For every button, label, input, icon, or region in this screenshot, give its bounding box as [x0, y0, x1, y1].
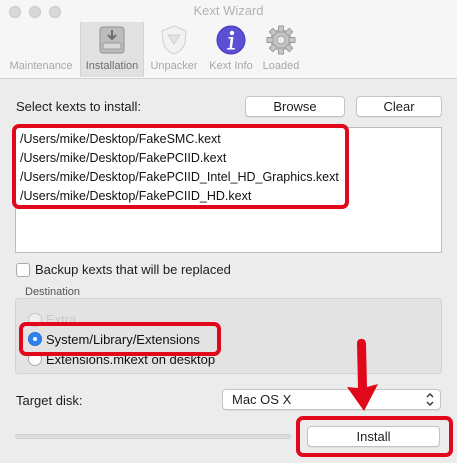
tab-installation-label: Installation — [85, 60, 139, 72]
red-arrow-down-icon — [347, 338, 378, 411]
unpacker-shield-icon — [161, 25, 187, 55]
tab-loaded[interactable]: Loaded — [258, 22, 304, 77]
target-disk-label: Target disk: — [16, 393, 83, 408]
radio-extensions-mkext[interactable] — [28, 352, 42, 366]
tab-unpacker[interactable]: Unpacker — [148, 22, 200, 77]
titlebar: Kext Wizard Maintenance Installation Unp… — [0, 0, 457, 79]
install-progress-bar — [15, 434, 291, 439]
kext-list[interactable]: /Users/mike/Desktop/FakeSMC.kext /Users/… — [15, 127, 442, 253]
installation-drive-icon — [99, 26, 125, 54]
info-icon — [216, 25, 246, 55]
window-title: Kext Wizard — [193, 3, 264, 18]
tab-maintenance-label: Maintenance — [9, 60, 73, 72]
target-disk-value: Mac OS X — [232, 392, 292, 407]
tab-unpacker-label: Unpacker — [150, 60, 198, 72]
tab-kext-info[interactable]: Kext Info — [204, 22, 258, 77]
list-item[interactable]: /Users/mike/Desktop/FakePCIID_Intel_HD_G… — [20, 170, 339, 184]
radio-extra[interactable] — [28, 313, 42, 327]
radio-system-library-extensions-label[interactable]: System/Library/Extensions — [46, 332, 200, 347]
target-disk-select[interactable]: Mac OS X — [222, 389, 441, 410]
kext-wizard-window: Kext Wizard Maintenance Installation Unp… — [0, 0, 457, 463]
destination-title: Destination — [25, 286, 81, 298]
radio-system-library-extensions[interactable] — [28, 332, 42, 346]
tab-loaded-label: Loaded — [262, 60, 300, 72]
tab-maintenance[interactable]: Maintenance — [6, 22, 76, 77]
tab-kext-info-label: Kext Info — [209, 60, 253, 72]
radio-extra-label[interactable]: Extra — [46, 312, 76, 327]
chevron-updown-icon — [426, 393, 434, 406]
gear-icon — [266, 25, 296, 55]
list-item[interactable]: /Users/mike/Desktop/FakeSMC.kext — [20, 132, 221, 146]
list-item[interactable]: /Users/mike/Desktop/FakePCIID.kext — [20, 151, 226, 165]
backup-checkbox-label[interactable]: Backup kexts that will be replaced — [35, 262, 231, 277]
browse-button[interactable]: Browse — [245, 96, 345, 117]
list-item[interactable]: /Users/mike/Desktop/FakePCIID_HD.kext — [20, 189, 251, 203]
backup-checkbox[interactable] — [16, 263, 30, 277]
install-button[interactable]: Install — [307, 426, 440, 447]
select-kexts-label: Select kexts to install: — [16, 99, 141, 114]
tab-installation[interactable]: Installation — [80, 22, 144, 77]
radio-extensions-mkext-label[interactable]: Extensions.mkext on desktop — [46, 352, 215, 367]
clear-button[interactable]: Clear — [356, 96, 442, 117]
